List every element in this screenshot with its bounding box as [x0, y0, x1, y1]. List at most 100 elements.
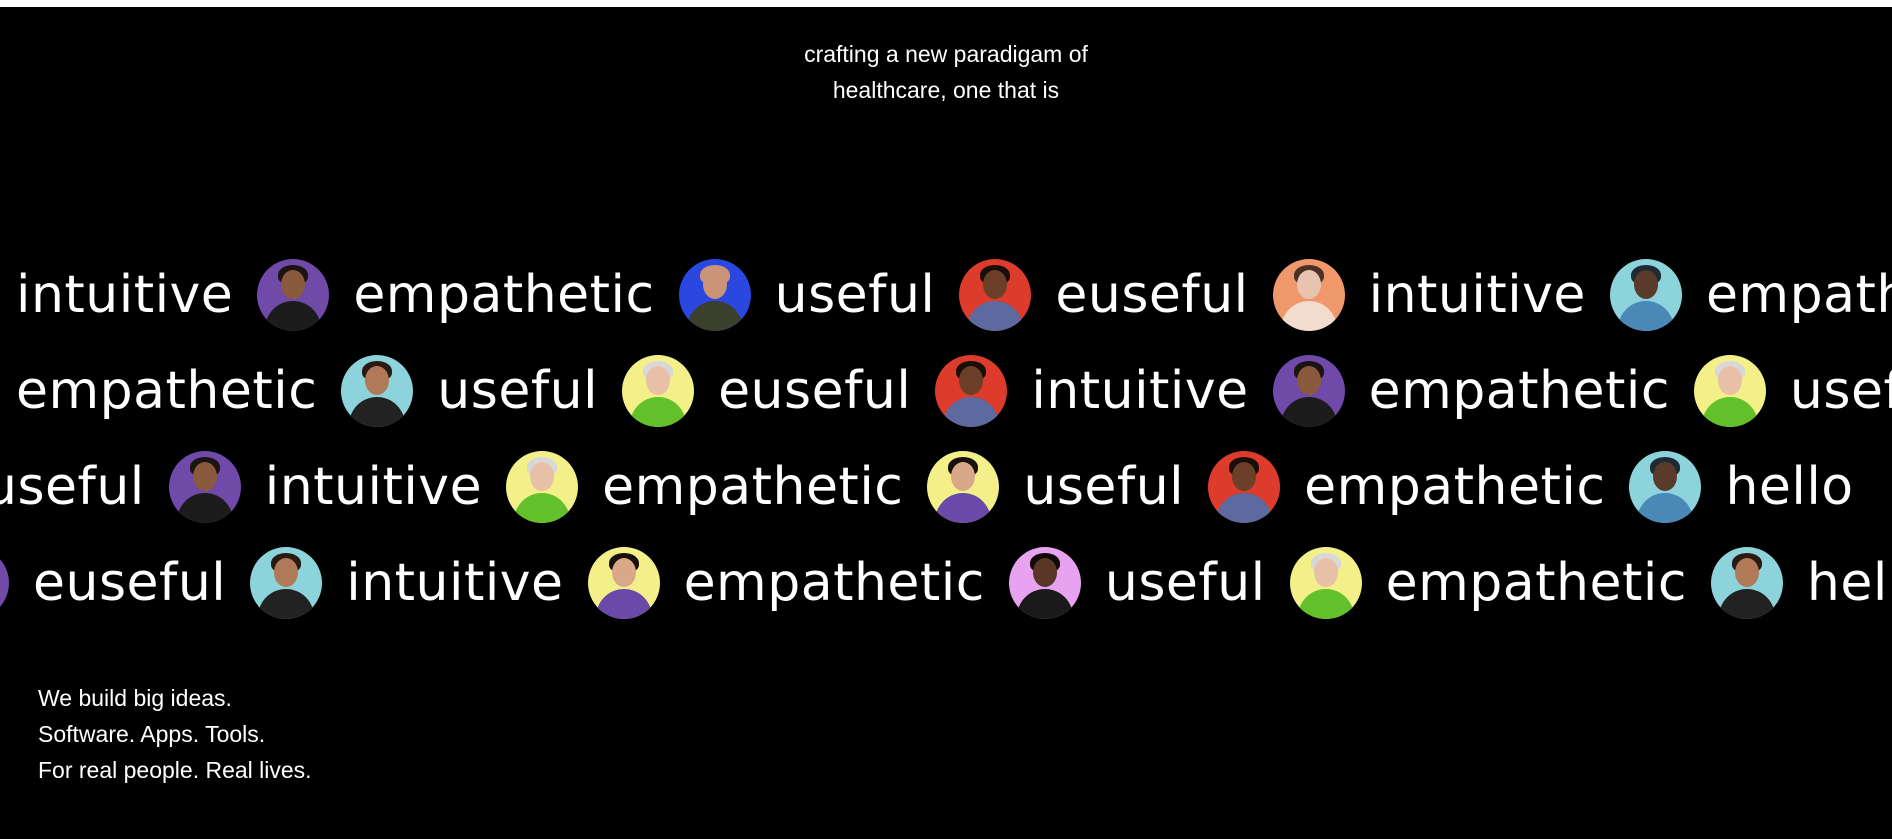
portrait-woman-long-hair-icon: [250, 547, 323, 619]
portrait-woman-dark-hair-icon: [1272, 259, 1345, 331]
tagline-line-2: Software. Apps. Tools.: [38, 721, 266, 747]
avatar-face: [646, 366, 671, 395]
portrait-woman-grey-hair-icon: [1289, 547, 1362, 619]
portrait-woman-floral-icon: [959, 259, 1032, 331]
avatar-face: [281, 270, 306, 299]
avatar-face: [1313, 558, 1338, 587]
portrait-man-glasses-icon: [678, 259, 751, 331]
marquee-word: useful: [1104, 553, 1266, 613]
marquee-word: intuitive: [346, 553, 564, 613]
marquee-word: useful: [1023, 457, 1185, 517]
portrait-woman-long-hair-icon: [341, 355, 414, 427]
marquee-word: empathetic: [683, 553, 985, 613]
marquee-word: hello: [1806, 553, 1892, 613]
avatar-face: [1032, 558, 1057, 587]
marquee-word: useful: [1789, 361, 1892, 421]
marquee-word: empathetic: [1368, 361, 1670, 421]
portrait-man-hat-icon: [1609, 259, 1682, 331]
avatar-shoulders: [1280, 397, 1337, 427]
intro-line-2: healthcare, one that is: [832, 77, 1060, 103]
portrait-woman-grey-hair-icon: [506, 451, 579, 523]
avatar-shoulders: [943, 397, 1000, 427]
marquee-word: intuitive: [264, 457, 483, 517]
portrait-man-dark-jacket-icon: [1272, 355, 1345, 427]
avatar-face: [365, 366, 390, 395]
avatar-face: [1296, 270, 1321, 299]
marquee-word: hello: [1725, 457, 1854, 517]
avatar-shoulders: [1701, 397, 1758, 427]
marquee-row-3: useful intuitive empathetic useful empatheti…: [0, 442, 1892, 532]
avatar-shoulders: [595, 589, 652, 619]
avatar-shoulders: [630, 397, 687, 427]
marquee-word: empathetic: [1385, 553, 1687, 613]
portrait-woman-grey-hair-icon: [622, 355, 695, 427]
portrait-woman-grey-hair-icon: [1693, 355, 1766, 427]
portrait-woman-floral-icon: [935, 355, 1008, 427]
avatar-shoulders: [935, 493, 992, 523]
avatar-shoulders: [258, 589, 315, 619]
marquee-word: empathetic: [1304, 457, 1606, 517]
avatar-face: [1232, 462, 1257, 491]
marquee-word: intuitive: [1368, 265, 1586, 325]
avatar-shoulders: [0, 589, 1, 619]
marquee-track-2: empathetic useful euseful intuitive empathet…: [0, 346, 1892, 436]
avatar-shoulders: [1718, 589, 1775, 619]
marquee-row-1: intuitive empathetic useful euseful intuitiv…: [0, 250, 1892, 340]
tagline-line-3: For real people. Real lives.: [38, 757, 312, 783]
avatar-shoulders: [514, 493, 571, 523]
tagline-line-1: We build big ideas.: [38, 685, 232, 711]
marquee-word: intuitive: [16, 265, 234, 325]
avatar-shoulders: [686, 301, 743, 331]
avatar-face: [1734, 558, 1759, 587]
marquee-word: intuitive: [1031, 361, 1249, 421]
portrait-man-dark-jacket-icon: [168, 451, 241, 523]
marquee-word: empathetic: [16, 361, 318, 421]
portrait-woman-curly-hair-icon: [1008, 547, 1081, 619]
avatar-face: [983, 270, 1008, 299]
avatar-face: [192, 462, 217, 491]
avatar-face: [611, 558, 636, 587]
avatar-shoulders: [1637, 493, 1694, 523]
avatar-shoulders: [1016, 589, 1073, 619]
portrait-man-dark-jacket-icon: [257, 259, 330, 331]
avatar-shoulders: [1280, 301, 1337, 331]
portrait-woman-long-hair-icon: [1710, 547, 1783, 619]
avatar-face: [951, 462, 976, 491]
avatar-face: [274, 558, 299, 587]
marquee-track-4: euseful intuitive empathetic useful empathet…: [0, 538, 1892, 628]
avatar-face: [1653, 462, 1678, 491]
avatar-shoulders: [176, 493, 233, 523]
tagline: We build big ideas. Software. Apps. Tool…: [38, 680, 312, 788]
avatar-shoulders: [1297, 589, 1354, 619]
marquee-word: useful: [437, 361, 599, 421]
marquee-row-4: euseful intuitive empathetic useful empathet…: [0, 538, 1892, 628]
portrait-woman-floral-icon: [1208, 451, 1281, 523]
intro-text: crafting a new paradigam of healthcare, …: [0, 36, 1892, 108]
portrait-man-hat-icon: [1629, 451, 1702, 523]
portrait-woman-purple-jacket-icon: [927, 451, 1000, 523]
page: crafting a new paradigam of healthcare, …: [0, 0, 1892, 839]
marquee-word: euseful: [33, 553, 227, 613]
marquee-word: euseful: [718, 361, 912, 421]
marquee-word: empathetic: [602, 457, 904, 517]
portrait-man-dark-jacket-icon: [0, 547, 9, 619]
marquee-track-1: intuitive empathetic useful euseful intuitiv…: [0, 250, 1892, 340]
marquee-word: useful: [0, 457, 145, 517]
marquee-row-2: empathetic useful euseful intuitive empathet…: [0, 346, 1892, 436]
marquee-word: useful: [774, 265, 936, 325]
avatar-shoulders: [349, 397, 406, 427]
top-edge-strip: [0, 0, 1892, 7]
avatar-face: [702, 270, 727, 299]
avatar-shoulders: [1216, 493, 1273, 523]
avatar-face: [1717, 366, 1742, 395]
avatar-face: [530, 462, 555, 491]
avatar-shoulders: [265, 301, 322, 331]
avatar-face: [1633, 270, 1658, 299]
marquee-word: euseful: [1055, 265, 1249, 325]
avatar-shoulders: [1617, 301, 1674, 331]
avatar-face: [1296, 366, 1321, 395]
portrait-woman-purple-jacket-icon: [587, 547, 660, 619]
marquee-word: empathetic: [353, 265, 655, 325]
avatar-face: [959, 366, 984, 395]
marquee-word: empathetic: [1705, 265, 1892, 325]
